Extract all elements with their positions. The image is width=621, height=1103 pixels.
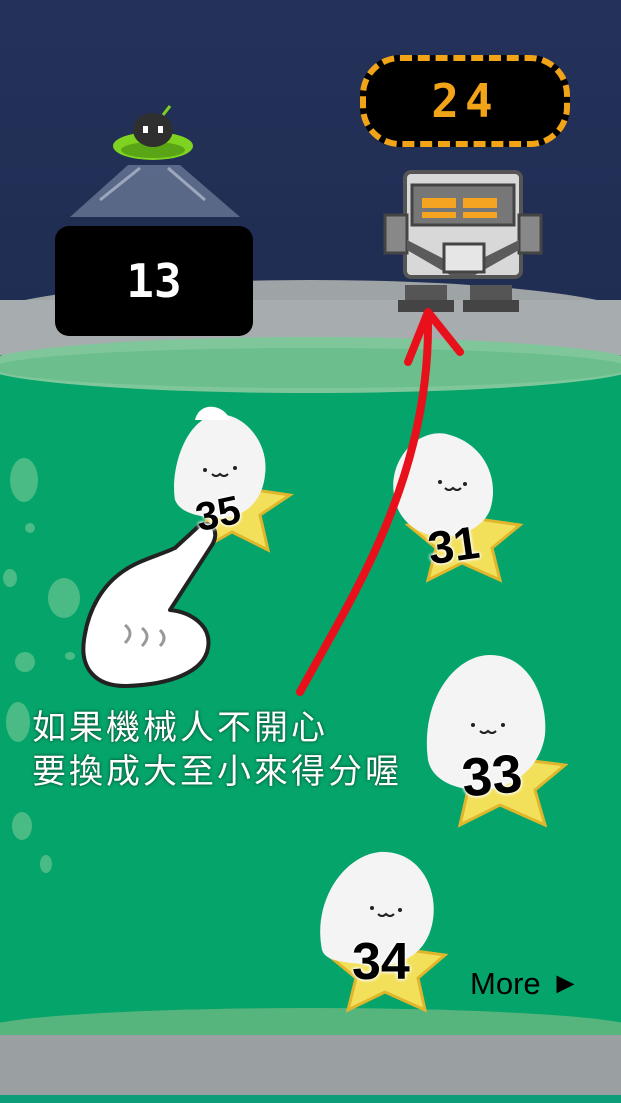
more-label: More [470, 966, 541, 1001]
left-score-panel: 13 [55, 226, 253, 336]
play-arrow-icon: ► [550, 967, 581, 1000]
item-number-35: 35 [191, 487, 245, 541]
more-button[interactable]: More ► [470, 966, 580, 1002]
timer-value: 24 [431, 74, 499, 128]
instruction-text: 如果機械人不開心 要換成大至小來得分喔 [32, 706, 402, 794]
ufo-icon [70, 105, 240, 217]
timer-panel: 24 [360, 55, 570, 147]
instruction-line-2: 要換成大至小來得分喔 [32, 752, 402, 792]
item-number-33: 33 [459, 743, 525, 809]
left-score-value: 13 [126, 254, 182, 308]
instruction-line-1: 如果機械人不開心 [32, 708, 328, 748]
item-number-34: 34 [352, 933, 410, 991]
item-number-31: 31 [424, 515, 483, 575]
